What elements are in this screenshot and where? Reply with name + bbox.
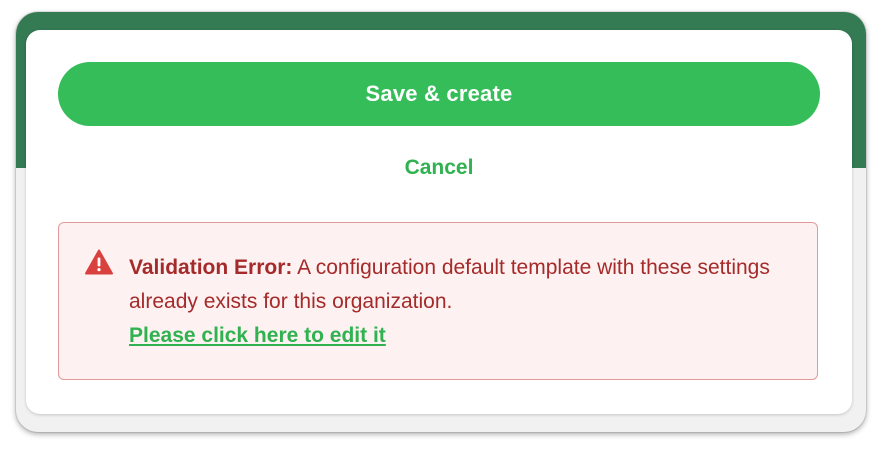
alert-text: Validation Error: A configuration defaul… bbox=[129, 251, 799, 353]
edit-existing-template-link[interactable]: Please click here to edit it bbox=[129, 319, 386, 353]
dialog-card: Save & create Cancel Validation Error: A… bbox=[26, 30, 852, 414]
warning-triangle-icon bbox=[85, 249, 113, 275]
alert-title: Validation Error: bbox=[129, 256, 293, 279]
dialog-frame: Save & create Cancel Validation Error: A… bbox=[16, 12, 866, 432]
validation-error-alert: Validation Error: A configuration defaul… bbox=[58, 222, 818, 380]
save-and-create-button[interactable]: Save & create bbox=[58, 62, 820, 126]
cancel-button[interactable]: Cancel bbox=[26, 156, 852, 180]
